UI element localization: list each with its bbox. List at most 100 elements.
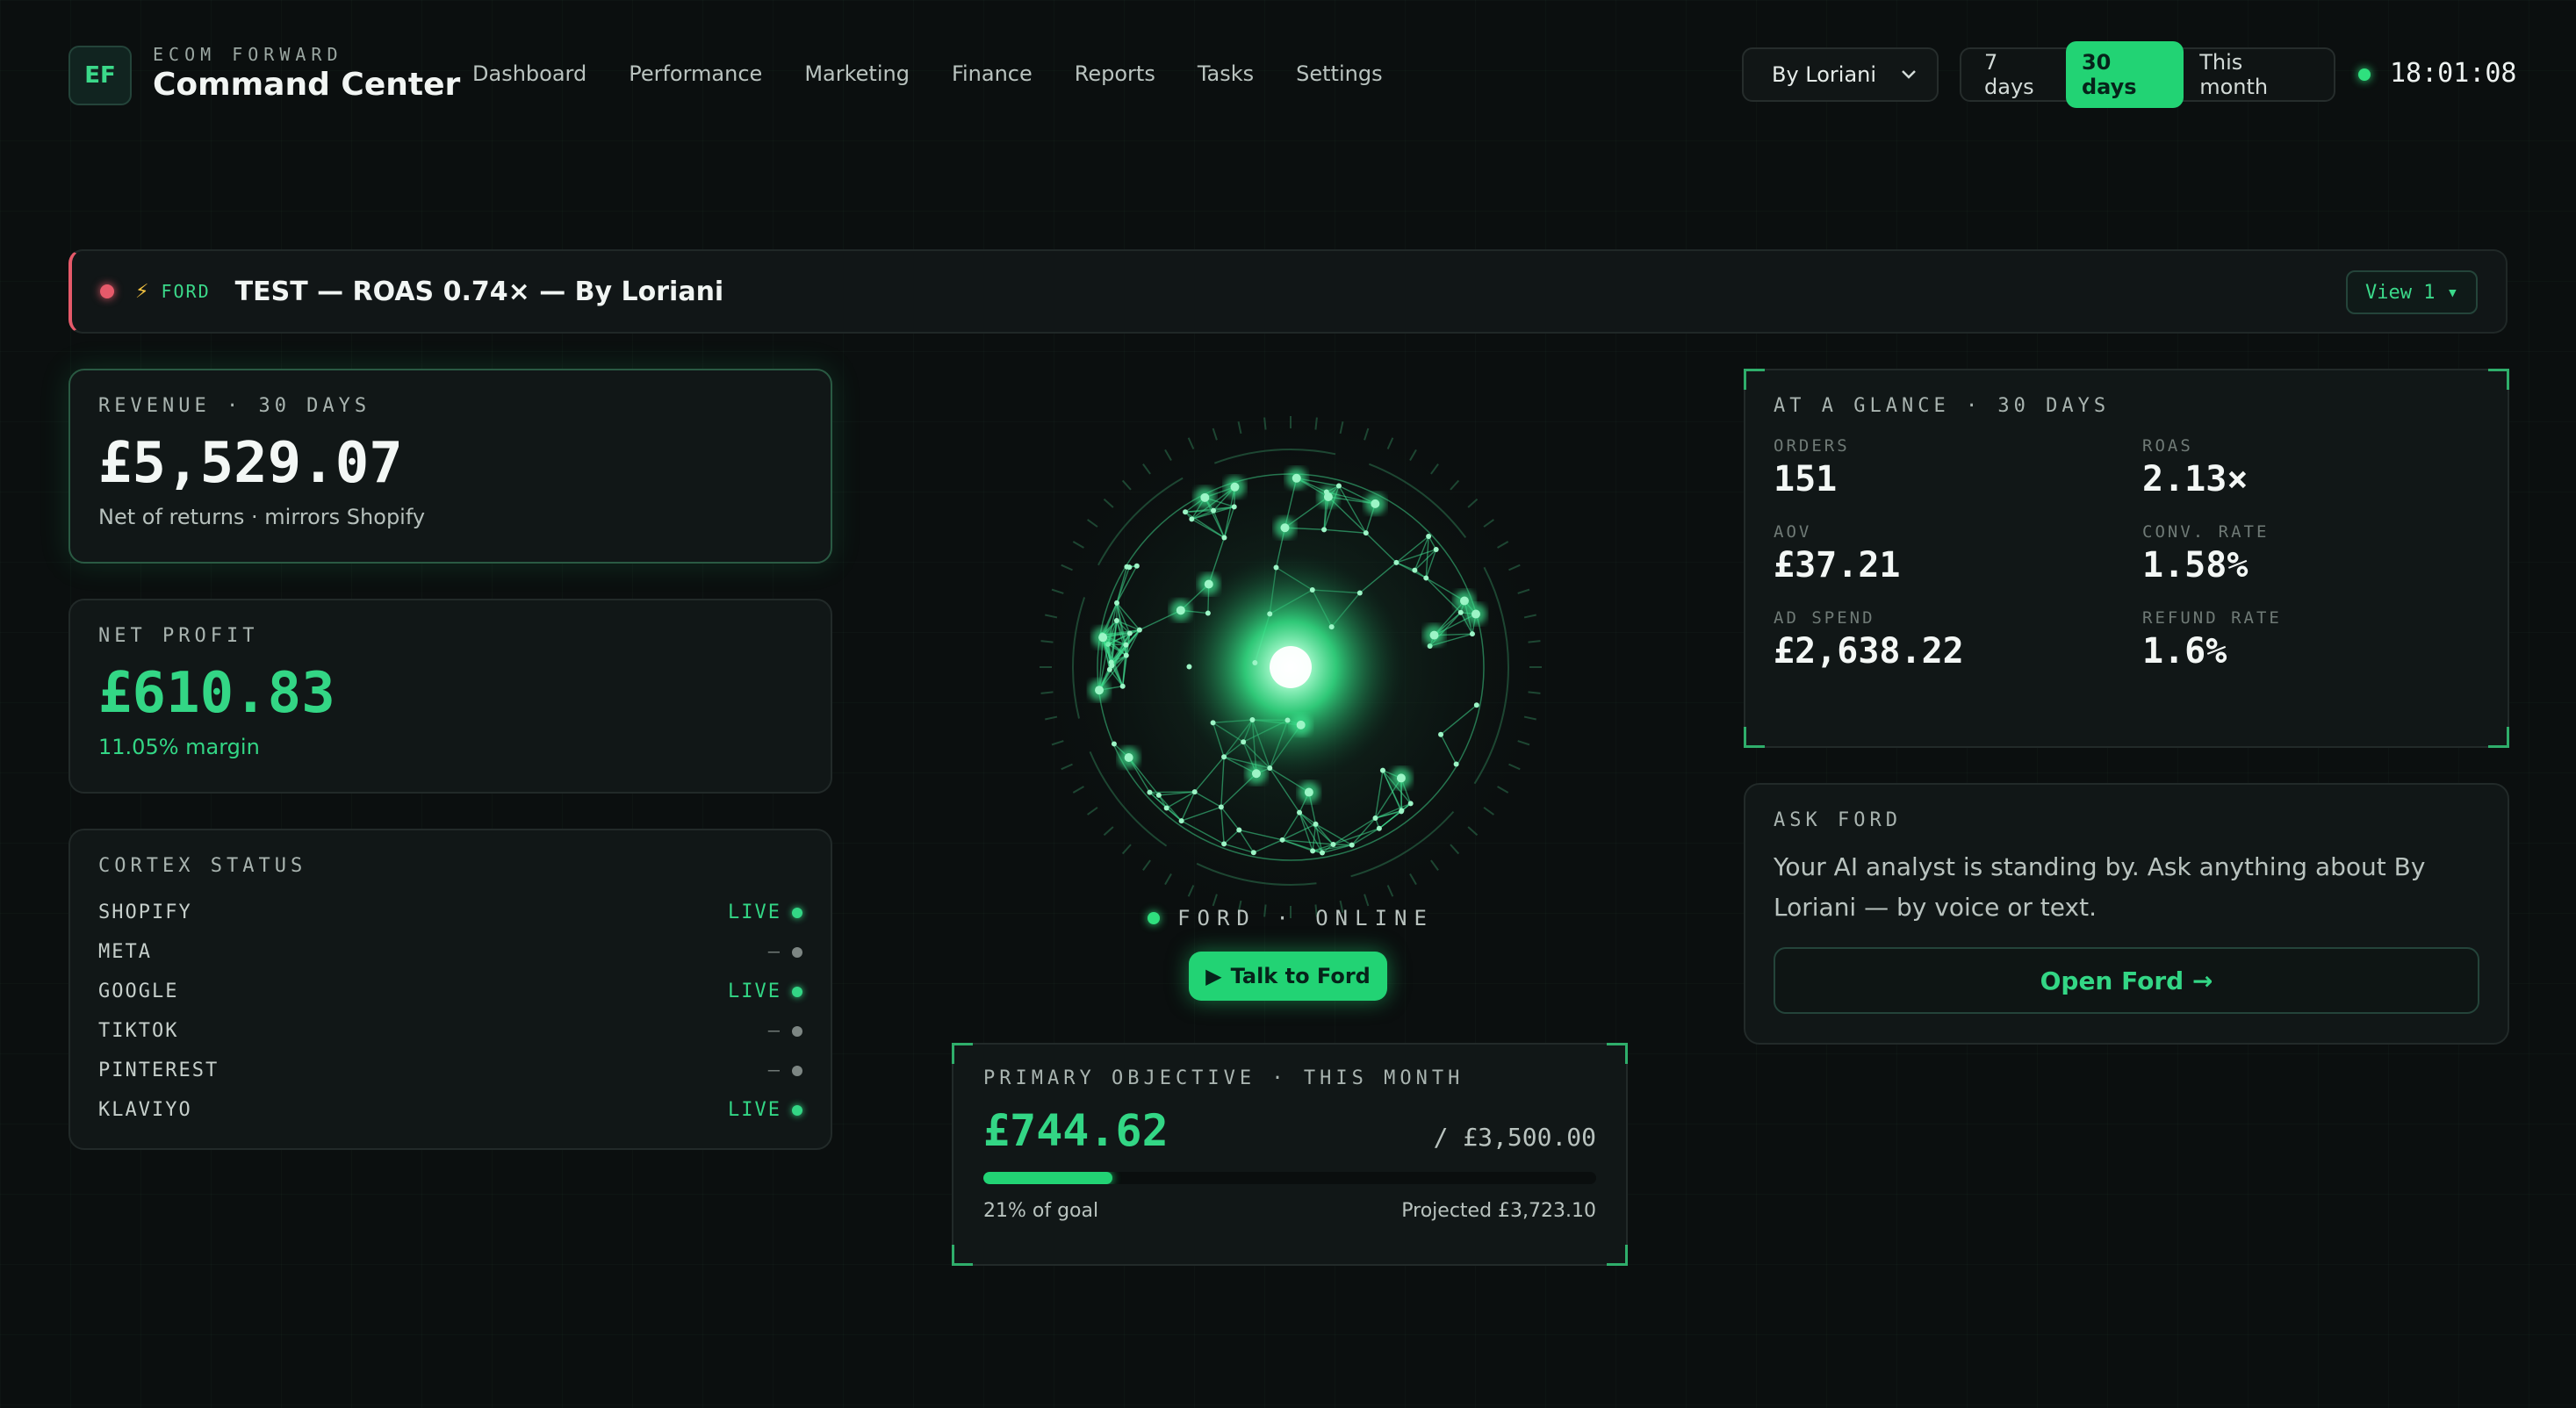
stat-aov: AOV £37.21 <box>1774 522 2142 585</box>
status-dot <box>792 986 802 997</box>
cortex-row-tiktok: TIKTOK — <box>98 1011 802 1051</box>
revenue-label: REVENUE · 30 DAYS <box>98 395 371 417</box>
range-this-month[interactable]: This month <box>2184 41 2327 108</box>
cortex-status-text: — <box>767 941 781 963</box>
stat-orders: ORDERS 151 <box>1774 436 2142 499</box>
brand-title: Command Center <box>153 67 461 103</box>
cortex-status-text: — <box>767 1060 781 1081</box>
cortex-source-name: PINTEREST <box>98 1060 219 1081</box>
at-a-glance-card: AT A GLANCE · 30 DAYS ORDERS 151 ROAS 2.13… <box>1744 369 2509 748</box>
stat-value: £2,638.22 <box>1774 631 1964 672</box>
talk-to-ford-button[interactable]: ▶ Talk to Ford <box>1189 952 1387 1001</box>
clock: 18:01:08 <box>2390 58 2517 89</box>
stat-value: 1.58% <box>2142 545 2249 585</box>
cortex-source-status: LIVE <box>728 902 802 923</box>
stat-label: REFUND RATE <box>2142 608 2282 628</box>
brand-eyebrow: ECOM FORWARD <box>153 44 343 65</box>
ford-online-dot <box>1148 912 1161 924</box>
nav-settings[interactable]: Settings <box>1296 61 1382 86</box>
stat-value: 2.13× <box>2142 459 2249 499</box>
cortex-status-text: LIVE <box>728 902 781 923</box>
ask-ford-card: ASK FORD Your AI analyst is standing by.… <box>1744 783 2509 1045</box>
objective-value: £744.62 <box>983 1105 1169 1156</box>
nav-reports[interactable]: Reports <box>1075 61 1155 86</box>
status-dot <box>792 1025 802 1037</box>
alert-dot <box>100 284 114 298</box>
talk-to-ford-label: Talk to Ford <box>1230 964 1371 988</box>
stat-roas: ROAS 2.13× <box>2142 436 2511 499</box>
view-alerts-button[interactable]: View 1 ▾ <box>2346 270 2478 314</box>
cortex-source-name: TIKTOK <box>98 1020 179 1042</box>
nav-dashboard[interactable]: Dashboard <box>472 61 586 86</box>
alert-banner: ⚡ FORD TEST — ROAS 0.74× — By Loriani Vi… <box>68 249 2508 334</box>
cortex-row-shopify: SHOPIFY LIVE <box>98 893 802 932</box>
cortex-row-pinterest: PINTEREST — <box>98 1051 802 1090</box>
ford-status: FORD · ONLINE <box>1124 906 1457 930</box>
cortex-source-name: KLAVIYO <box>98 1099 192 1121</box>
revenue-card: REVENUE · 30 DAYS £5,529.07 Net of retur… <box>68 369 832 564</box>
stat-refund-rate: REFUND RATE 1.6% <box>2142 608 2511 672</box>
alert-text: TEST — ROAS 0.74× — By Loriani <box>234 276 724 307</box>
status-dot <box>792 946 802 958</box>
range-30-days[interactable]: 30 days <box>2065 41 2184 108</box>
main-nav: Dashboard Performance Marketing Finance … <box>472 61 1383 86</box>
ask-ford-text: Your AI analyst is standing by. Ask anyt… <box>1774 852 2426 922</box>
range-7-days[interactable]: 7 days <box>1968 41 2066 108</box>
status-dot <box>792 907 802 918</box>
status-dot <box>792 1065 802 1076</box>
objective-progress-fill <box>983 1172 1112 1184</box>
cortex-status-text: — <box>767 1020 781 1042</box>
cortex-label: CORTEX STATUS <box>98 855 307 877</box>
status-dot <box>792 1104 802 1116</box>
chevron-down-icon <box>1902 70 1916 79</box>
stat-label: AD SPEND <box>1774 608 1875 628</box>
stat-value: 151 <box>1774 459 1838 499</box>
ford-orb <box>1027 404 1554 922</box>
revenue-value: £5,529.07 <box>98 431 403 496</box>
objective-goal: / £3,500.00 <box>1433 1123 1596 1152</box>
live-status-dot <box>2358 68 2371 81</box>
nav-tasks[interactable]: Tasks <box>1198 61 1254 86</box>
cortex-source-name: META <box>98 941 152 963</box>
brand-logo: EF <box>68 46 132 105</box>
store-select-value: By Loriani <box>1772 62 1877 87</box>
cortex-row-meta: META — <box>98 932 802 972</box>
play-icon: ▶ <box>1205 964 1222 988</box>
cortex-source-status: LIVE <box>728 1099 802 1121</box>
net-profit-margin: 11.05% margin <box>98 735 260 759</box>
objective-projected: Projected £3,723.10 <box>1401 1200 1596 1222</box>
alert-tag: FORD <box>161 281 211 302</box>
net-profit-label: NET PROFIT <box>98 625 259 647</box>
stat-label: AOV <box>1774 522 1812 542</box>
nav-finance[interactable]: Finance <box>952 61 1033 86</box>
cortex-source-status: LIVE <box>728 981 802 1002</box>
stat-label: ROAS <box>2142 436 2193 456</box>
glance-label: AT A GLANCE · 30 DAYS <box>1774 395 2111 417</box>
cortex-source-status: — <box>768 1060 802 1081</box>
ask-ford-label: ASK FORD <box>1774 809 1902 831</box>
cortex-status-card: CORTEX STATUS SHOPIFY LIVE META — GOOGLE LIVE… <box>68 829 832 1150</box>
stat-ad-spend: AD SPEND £2,638.22 <box>1774 608 2142 672</box>
stat-label: CONV. RATE <box>2142 522 2270 542</box>
stat-conv-rate: CONV. RATE 1.58% <box>2142 522 2511 585</box>
objective-progress-text: 21% of goal <box>983 1200 1099 1222</box>
cortex-source-name: GOOGLE <box>98 981 179 1002</box>
net-profit-card: NET PROFIT £610.83 11.05% margin <box>68 599 832 794</box>
nav-performance[interactable]: Performance <box>629 61 762 86</box>
open-ford-button[interactable]: Open Ford → <box>1774 947 2479 1014</box>
nav-marketing[interactable]: Marketing <box>804 61 910 86</box>
cortex-row-google: GOOGLE LIVE <box>98 972 802 1011</box>
net-profit-value: £610.83 <box>98 661 335 726</box>
revenue-sub: Net of returns · mirrors Shopify <box>98 505 426 529</box>
objective-label: PRIMARY OBJECTIVE · THIS MONTH <box>983 1067 1464 1089</box>
objective-progress-bar <box>983 1172 1596 1184</box>
cortex-source-status: — <box>768 1020 802 1042</box>
cortex-source-status: — <box>768 941 802 963</box>
bolt-icon: ⚡ <box>135 280 149 303</box>
stat-value: 1.6% <box>2142 631 2227 672</box>
cortex-status-text: LIVE <box>728 981 781 1002</box>
cortex-status-text: LIVE <box>728 1099 781 1121</box>
store-select[interactable]: By Loriani <box>1742 47 1939 102</box>
date-range-group: 7 days 30 days This month <box>1960 41 2335 108</box>
primary-objective-card: PRIMARY OBJECTIVE · THIS MONTH £744.62 /… <box>952 1043 1628 1266</box>
